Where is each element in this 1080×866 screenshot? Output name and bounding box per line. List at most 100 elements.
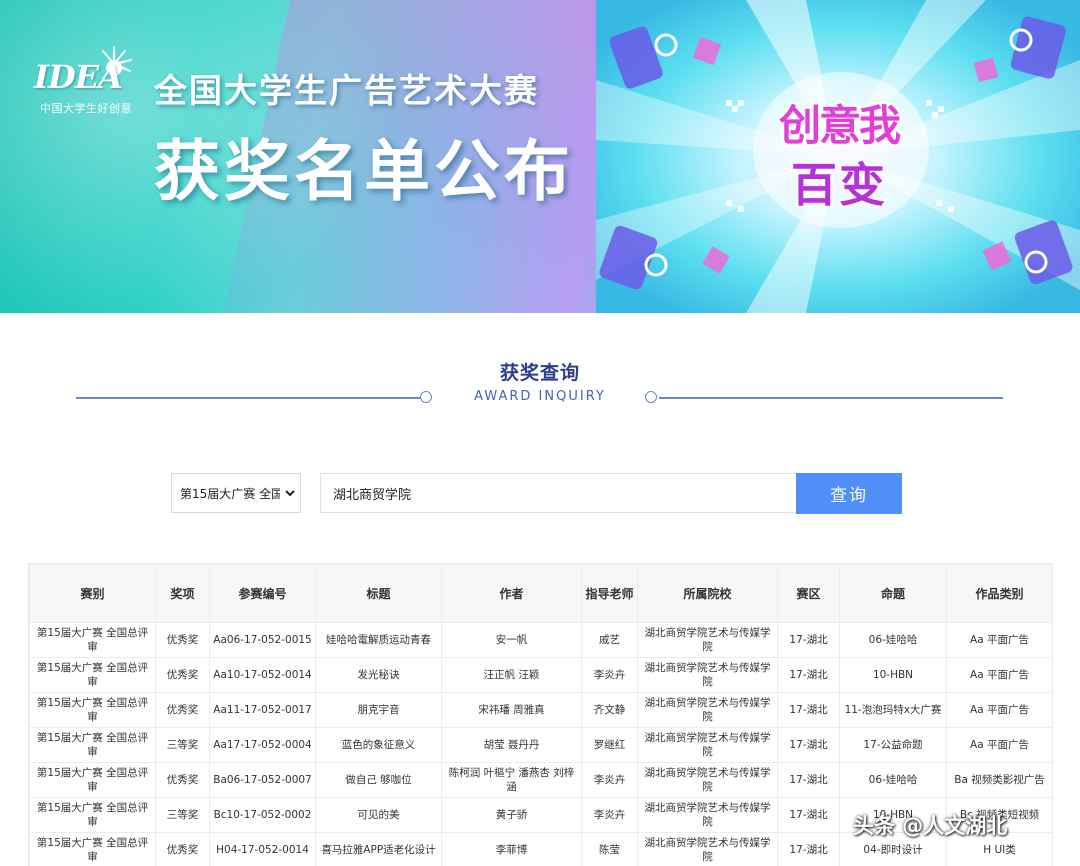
- table-cell: 蓝色的象征意义: [316, 728, 442, 763]
- table-cell: 第15届大广赛 全国总评审: [30, 728, 156, 763]
- table-row: 第15届大广赛 全国总评审 优秀奖 Aa06-17-052-0015 娃哈哈電解…: [30, 623, 1053, 658]
- table-cell: 第15届大广赛 全国总评审: [30, 833, 156, 866]
- header-cell: 参赛编号: [210, 565, 316, 623]
- competition-select[interactable]: 第15届大广赛 全国总评审: [171, 473, 301, 513]
- table-cell: Aa 平面广告: [947, 693, 1053, 728]
- table-cell: Aa06-17-052-0015: [210, 623, 316, 658]
- watermark: 头条 @人文湖北: [853, 810, 1007, 840]
- table-cell: 李菲博: [442, 833, 582, 866]
- table-cell: 06-娃哈哈: [840, 763, 947, 798]
- divider-left: [76, 397, 422, 399]
- table-cell: Ba06-17-052-0007: [210, 763, 316, 798]
- table-cell: 湖北商贸学院艺术与传媒学院: [638, 658, 778, 693]
- table-row: 第15届大广赛 全国总评审 优秀奖 Aa10-17-052-0014 发光秘诀 …: [30, 658, 1053, 693]
- header-cell: 标题: [316, 565, 442, 623]
- table-cell: 17-湖北: [778, 798, 840, 833]
- idea-logo: IDEA 中国大学生好创意: [34, 44, 144, 114]
- table-cell: 黄子骄: [442, 798, 582, 833]
- header-cell: 所属院校: [638, 565, 778, 623]
- table-cell: 罗继红: [582, 728, 638, 763]
- table-cell: 湖北商贸学院艺术与传媒学院: [638, 623, 778, 658]
- table-cell: 11-泡泡玛特x大广赛: [840, 693, 947, 728]
- banner-title-line2: 获奖名单公布: [154, 118, 574, 214]
- table-cell: 汪正帆 汪颖: [442, 658, 582, 693]
- table-cell: 10-HBN: [840, 658, 947, 693]
- table-cell: 优秀奖: [156, 833, 210, 866]
- table-cell: 优秀奖: [156, 763, 210, 798]
- table-cell: 湖北商贸学院艺术与传媒学院: [638, 763, 778, 798]
- table-cell: Aa 平面广告: [947, 623, 1053, 658]
- header-cell: 作者: [442, 565, 582, 623]
- table-cell: 三等奖: [156, 798, 210, 833]
- table-cell: 齐文静: [582, 693, 638, 728]
- table-cell: Aa 平面广告: [947, 728, 1053, 763]
- banner: IDEA 中国大学生好创意 全国大学生广告艺术大赛 获奖名单公布: [0, 0, 1080, 313]
- table-cell: 17-湖北: [778, 728, 840, 763]
- slogan-badge: 创意我 百变: [764, 92, 914, 215]
- header-cell: 命题: [840, 565, 947, 623]
- logo-tagline: 中国大学生好创意: [40, 100, 132, 116]
- table-cell: 优秀奖: [156, 658, 210, 693]
- school-search-input[interactable]: [320, 473, 797, 513]
- table-cell: 第15届大广赛 全国总评审: [30, 693, 156, 728]
- table-cell: 三等奖: [156, 728, 210, 763]
- table-cell: 第15届大广赛 全国总评审: [30, 623, 156, 658]
- table-cell: Aa17-17-052-0004: [210, 728, 316, 763]
- divider-dot-left: [420, 391, 432, 403]
- table-cell: 陈莹: [582, 833, 638, 866]
- table-cell: 17-公益命题: [840, 728, 947, 763]
- table-cell: 湖北商贸学院艺术与传媒学院: [638, 798, 778, 833]
- table-cell: Aa10-17-052-0014: [210, 658, 316, 693]
- table-cell: 陈柯润 叶樞宁 潘燕杏 刘梓涵: [442, 763, 582, 798]
- table-cell: 戚艺: [582, 623, 638, 658]
- table-cell: Aa 平面广告: [947, 658, 1053, 693]
- table-cell: 17-湖北: [778, 623, 840, 658]
- table-cell: 17-湖北: [778, 658, 840, 693]
- table-cell: 湖北商贸学院艺术与传媒学院: [638, 693, 778, 728]
- table-cell: 06-娃哈哈: [840, 623, 947, 658]
- table-cell: 李炎卉: [582, 798, 638, 833]
- table-cell: Aa11-17-052-0017: [210, 693, 316, 728]
- table-cell: 17-湖北: [778, 763, 840, 798]
- table-cell: 第15届大广赛 全国总评审: [30, 763, 156, 798]
- table-row: 第15届大广赛 全国总评审 三等奖 Aa17-17-052-0004 蓝色的象征…: [30, 728, 1053, 763]
- table-cell: 第15届大广赛 全国总评审: [30, 658, 156, 693]
- table-cell: 优秀奖: [156, 623, 210, 658]
- slogan-line2: 百变: [764, 149, 914, 215]
- logo-word: IDEA: [34, 58, 122, 96]
- table-cell: Bc10-17-052-0002: [210, 798, 316, 833]
- section-title: 获奖查询: [0, 358, 1080, 385]
- competition-select-value: 第15届大广赛 全国总评审: [180, 485, 280, 502]
- table-cell: 湖北商贸学院艺术与传媒学院: [638, 728, 778, 763]
- table-cell: 可见的美: [316, 798, 442, 833]
- divider-right: [659, 397, 1003, 399]
- slogan-line1: 创意我: [764, 92, 914, 153]
- header-cell: 指导老师: [582, 565, 638, 623]
- table-cell: 安一帆: [442, 623, 582, 658]
- query-button[interactable]: 查询: [796, 473, 902, 514]
- table-cell: 胡莹 聂丹丹: [442, 728, 582, 763]
- header-cell: 奖项: [156, 565, 210, 623]
- table-cell: H04-17-052-0014: [210, 833, 316, 866]
- table-cell: 优秀奖: [156, 693, 210, 728]
- table-row: 第15届大广赛 全国总评审 优秀奖 Aa11-17-052-0017 朋克宇音 …: [30, 693, 1053, 728]
- divider-dot-right: [645, 391, 657, 403]
- header-cell: 赛区: [778, 565, 840, 623]
- table-header-row: 赛别 奖项 参赛编号 标题 作者 指导老师 所属院校 赛区 命题 作品类别: [30, 565, 1053, 623]
- table-cell: 李炎卉: [582, 658, 638, 693]
- table-cell: 发光秘诀: [316, 658, 442, 693]
- table-cell: Ba 视频类影视广告: [947, 763, 1053, 798]
- chevron-down-icon: [284, 487, 296, 499]
- table-cell: 朋克宇音: [316, 693, 442, 728]
- table-cell: 李炎卉: [582, 763, 638, 798]
- table-cell: 做自己 够咖位: [316, 763, 442, 798]
- table-cell: 娃哈哈電解质运动青春: [316, 623, 442, 658]
- banner-title-line1: 全国大学生广告艺术大赛: [154, 64, 539, 112]
- table-cell: 17-湖北: [778, 833, 840, 866]
- table-cell: 17-湖北: [778, 693, 840, 728]
- table-cell: 湖北商贸学院艺术与传媒学院: [638, 833, 778, 866]
- table-cell: 喜马拉雅APP适老化设计: [316, 833, 442, 866]
- table-row: 第15届大广赛 全国总评审 优秀奖 Ba06-17-052-0007 做自己 够…: [30, 763, 1053, 798]
- header-cell: 赛别: [30, 565, 156, 623]
- table-cell: 宋祎璠 周雅真: [442, 693, 582, 728]
